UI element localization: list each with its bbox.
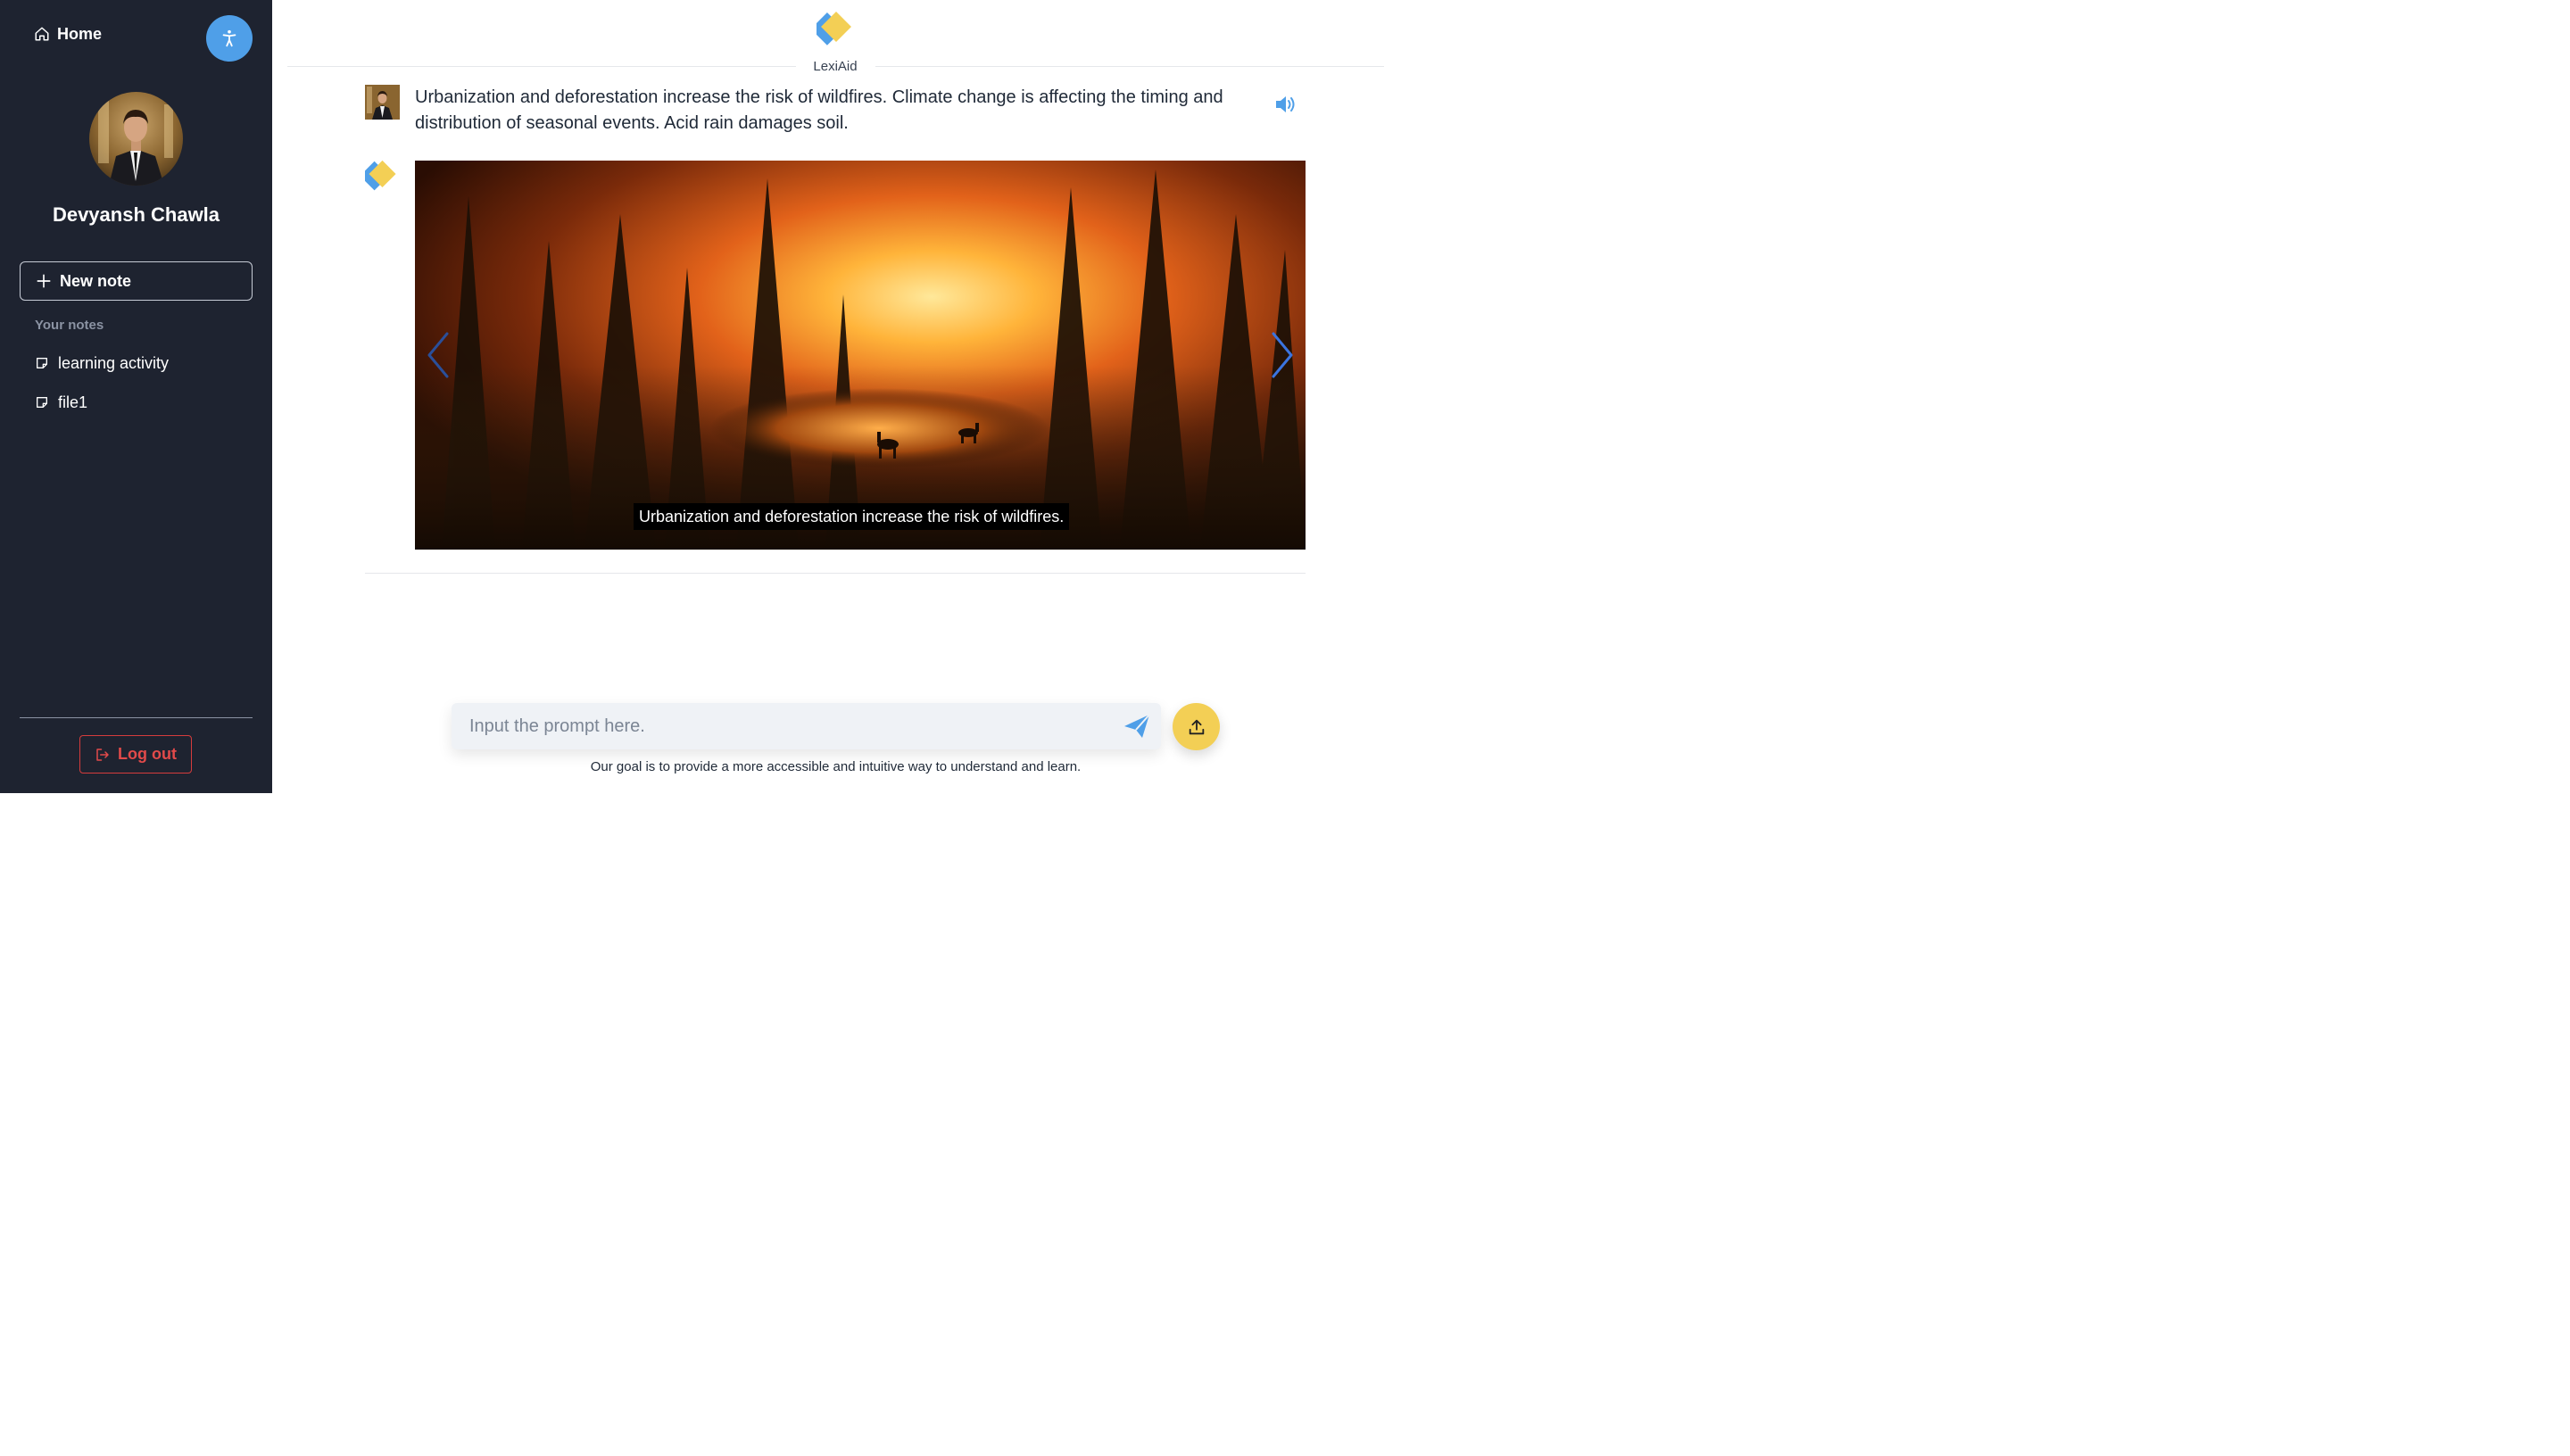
note-label: learning activity bbox=[58, 353, 170, 372]
note-icon bbox=[37, 358, 47, 368]
accessibility-button[interactable] bbox=[206, 15, 253, 62]
brand-name: LexiAid bbox=[813, 59, 858, 74]
home-link[interactable]: Home bbox=[34, 23, 102, 45]
note-icon bbox=[37, 397, 47, 408]
lexiaid-logo bbox=[817, 12, 851, 46]
sidebar: Home Devyansh Chawla New note Your notes… bbox=[0, 0, 272, 793]
header-divider-left bbox=[287, 66, 796, 67]
image-carousel[interactable]: Urbanization and deforestation increase … bbox=[415, 161, 1306, 550]
home-label: Home bbox=[57, 24, 103, 43]
bot-avatar-logo bbox=[365, 160, 396, 191]
upload-button[interactable] bbox=[1173, 703, 1220, 750]
send-paper-plane-icon[interactable] bbox=[1123, 713, 1151, 740]
avatar bbox=[89, 92, 183, 186]
image-caption: Urbanization and deforestation increase … bbox=[634, 503, 1070, 530]
user-message-text: Urbanization and deforestation increase … bbox=[415, 87, 1223, 133]
speaker-volume-icon[interactable] bbox=[1274, 94, 1297, 115]
sidebar-divider bbox=[20, 717, 253, 718]
user-name: Devyansh Chawla bbox=[52, 203, 220, 226]
footer-note: Our goal is to provide a more accessible… bbox=[590, 759, 1082, 774]
chevron-left-icon[interactable] bbox=[422, 330, 454, 380]
header-divider-right bbox=[875, 66, 1384, 67]
app-root: Home Devyansh Chawla New note Your notes… bbox=[0, 0, 1385, 793]
user-message-avatar bbox=[365, 85, 400, 120]
logout-icon bbox=[96, 748, 109, 761]
notes-heading: Your notes bbox=[35, 318, 104, 333]
profile-photo bbox=[89, 92, 183, 186]
note-label: file1 bbox=[58, 393, 88, 411]
new-note-label: New note bbox=[60, 271, 132, 290]
note-item-learning-activity[interactable]: learning activity bbox=[35, 352, 169, 374]
chevron-right-icon[interactable] bbox=[1266, 330, 1298, 380]
note-item-file1[interactable]: file1 bbox=[35, 392, 87, 413]
new-note-button[interactable]: New note bbox=[20, 261, 253, 301]
forest-wildfire-image bbox=[415, 161, 1306, 550]
logout-button[interactable]: Log out bbox=[79, 735, 192, 774]
profile-photo-small bbox=[365, 85, 400, 120]
prompt-input[interactable] bbox=[452, 703, 1112, 749]
plus-icon bbox=[37, 274, 51, 288]
logout-label: Log out bbox=[118, 745, 177, 763]
upload-icon bbox=[1189, 719, 1204, 734]
home-icon bbox=[35, 27, 49, 41]
content-divider bbox=[365, 573, 1306, 574]
accessibility-person-icon bbox=[222, 29, 236, 47]
prompt-box bbox=[452, 703, 1161, 749]
